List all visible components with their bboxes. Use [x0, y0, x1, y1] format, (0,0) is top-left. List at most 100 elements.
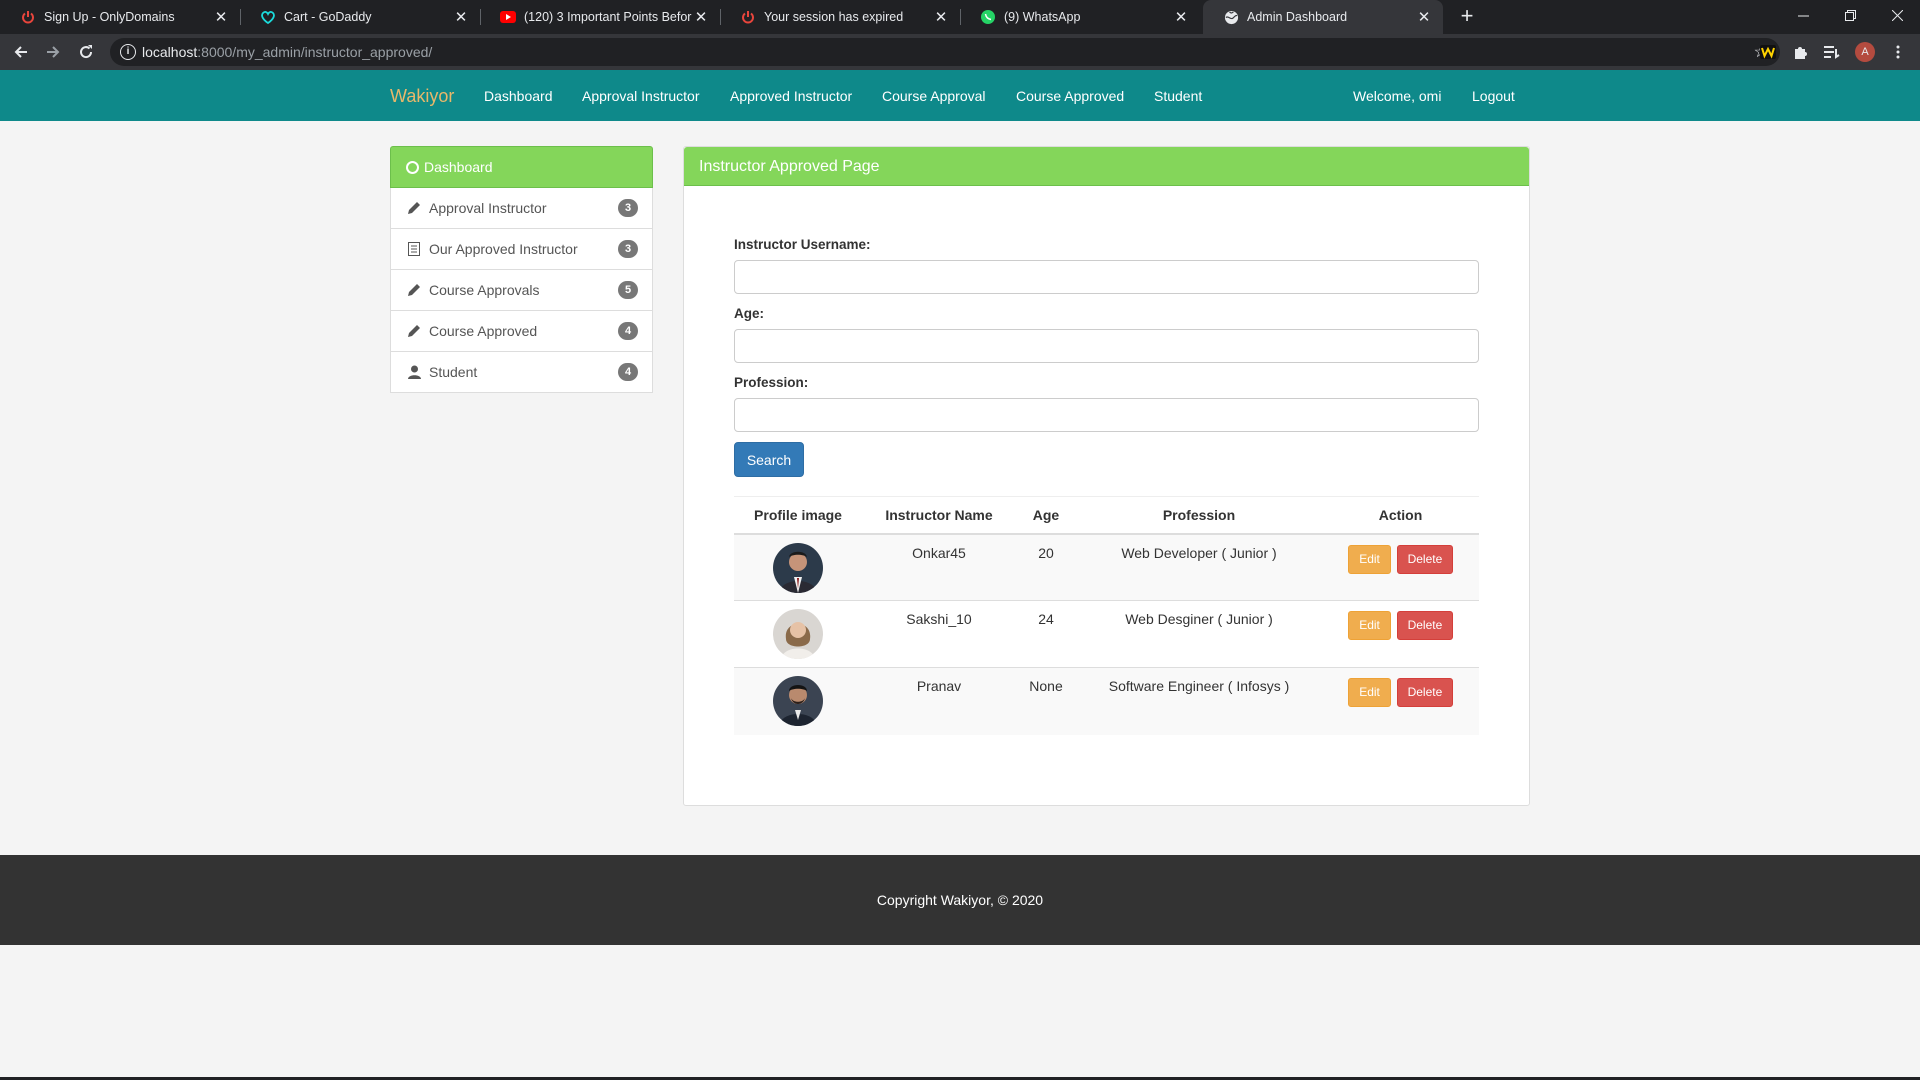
tab-whatsapp[interactable]: (9) WhatsApp ✕: [960, 0, 1200, 34]
browser-toolbar: i localhost:8000/my_admin/instructor_app…: [0, 34, 1920, 70]
sidebar-item-our-approved-instructor[interactable]: Our Approved Instructor 3: [390, 229, 653, 270]
menu-dots-icon[interactable]: [1888, 42, 1908, 62]
profession-cell: Web Developer ( Junior ): [1076, 533, 1322, 601]
sidebar-item-label: Course Approved: [429, 323, 538, 339]
sidebar-header-label: Dashboard: [424, 159, 493, 175]
profile-image-cell: [734, 600, 862, 668]
back-arrow-icon[interactable]: [9, 40, 33, 64]
nav-course-approved[interactable]: Course Approved: [1016, 88, 1124, 104]
tab-title: Cart - GoDaddy: [284, 10, 372, 24]
close-icon[interactable]: ✕: [932, 8, 950, 26]
sidebar-header[interactable]: Dashboard: [390, 146, 653, 188]
sidebar-item-label: Course Approvals: [429, 282, 540, 298]
action-cell: Edit Delete: [1322, 667, 1479, 735]
minimize-icon[interactable]: [1780, 0, 1826, 30]
profession-cell: Web Desginer ( Junior ): [1076, 600, 1322, 668]
tab-session-expired[interactable]: Your session has expired ✕: [720, 0, 960, 34]
username-label: Instructor Username:: [734, 237, 871, 252]
count-badge: 3: [618, 199, 638, 217]
extension-w-icon[interactable]: [1758, 42, 1778, 62]
profile-image-cell: [734, 533, 862, 601]
edit-button[interactable]: Edit: [1348, 544, 1392, 574]
column-header: Age: [1016, 496, 1076, 535]
count-badge: 4: [618, 322, 638, 340]
close-icon[interactable]: ✕: [1172, 8, 1190, 26]
edit-button[interactable]: Edit: [1348, 611, 1392, 640]
action-cell: Edit Delete: [1322, 600, 1479, 668]
instructor-approved-panel: Instructor Approved Page Instructor User…: [683, 146, 1530, 806]
action-cell: Edit Delete: [1322, 533, 1479, 601]
address-bar[interactable]: i localhost:8000/my_admin/instructor_app…: [110, 38, 1780, 66]
profile-avatar[interactable]: A: [1855, 42, 1875, 62]
tab-cart-godaddy[interactable]: Cart - GoDaddy ✕: [240, 0, 480, 34]
pencil-icon: [407, 201, 421, 215]
profession-input[interactable]: [734, 398, 1479, 432]
column-header: Profile image: [734, 496, 862, 535]
new-tab-button[interactable]: +: [1455, 5, 1479, 29]
column-header: Profession: [1076, 496, 1322, 535]
instructor-name-cell: Pranav: [862, 667, 1016, 735]
url-text: localhost:8000/my_admin/instructor_appro…: [142, 44, 432, 60]
tab-youtube-video[interactable]: (120) 3 Important Points Before Y ✕: [480, 0, 720, 34]
brand-logo[interactable]: Wakiyor: [390, 86, 454, 107]
profession-label: Profession:: [734, 375, 809, 390]
sidebar-item-student[interactable]: Student 4: [390, 352, 653, 393]
edit-button[interactable]: Edit: [1348, 678, 1392, 707]
pencil-icon: [407, 283, 421, 297]
reload-icon[interactable]: [74, 40, 98, 64]
count-badge: 3: [618, 240, 638, 258]
search-button[interactable]: Search: [734, 442, 804, 477]
tab-admin-dashboard[interactable]: Admin Dashboard ✕: [1203, 0, 1443, 34]
count-badge: 5: [618, 281, 638, 299]
avatar: [773, 609, 823, 659]
welcome-user: Welcome, omi: [1353, 88, 1442, 104]
count-badge: 4: [618, 363, 638, 381]
close-icon[interactable]: ✕: [212, 8, 230, 26]
puzzle-extensions-icon[interactable]: [1790, 42, 1810, 62]
nav-student[interactable]: Student: [1154, 88, 1202, 104]
tab-title: (120) 3 Important Points Before Y: [524, 10, 692, 24]
age-input[interactable]: [734, 329, 1479, 363]
close-icon[interactable]: ✕: [1415, 8, 1433, 26]
table-row: Sakshi_10 24 Web Desginer ( Junior ) Edi…: [734, 600, 1479, 668]
browser-tab-bar: Sign Up - OnlyDomains ✕ Cart - GoDaddy ✕…: [0, 0, 1920, 34]
delete-button[interactable]: Delete: [1396, 611, 1453, 640]
url-path: :8000/my_admin/instructor_approved/: [197, 44, 433, 60]
power-icon: [20, 9, 36, 25]
sidebar-item-course-approved[interactable]: Course Approved 4: [390, 311, 653, 352]
close-icon[interactable]: ✕: [692, 8, 710, 26]
sidebar-item-label: Student: [429, 364, 478, 380]
sidebar-item-approval-instructor[interactable]: Approval Instructor 3: [390, 188, 653, 229]
youtube-icon: [500, 9, 516, 25]
close-icon[interactable]: ✕: [452, 8, 470, 26]
sidebar-item-course-approvals[interactable]: Course Approvals 5: [390, 270, 653, 311]
age-cell: 24: [1016, 600, 1076, 668]
tab-sign-up-onlydomains[interactable]: Sign Up - OnlyDomains ✕: [0, 0, 240, 34]
delete-button[interactable]: Delete: [1396, 678, 1453, 707]
app-navbar: Wakiyor Dashboard Approval Instructor Ap…: [0, 70, 1920, 121]
username-input[interactable]: [734, 260, 1479, 294]
logout-link[interactable]: Logout: [1472, 88, 1515, 104]
user-icon: [407, 365, 421, 379]
profile-image-cell: [734, 667, 862, 735]
power-icon: [740, 9, 756, 25]
restore-icon[interactable]: [1827, 0, 1873, 30]
delete-button[interactable]: Delete: [1396, 544, 1453, 574]
table-row: Onkar45 20 Web Developer ( Junior ) Edit…: [734, 533, 1479, 601]
instructor-name-cell: Sakshi_10: [862, 600, 1016, 668]
reading-list-icon[interactable]: [1822, 42, 1842, 62]
nav-course-approval[interactable]: Course Approval: [882, 88, 986, 104]
instructor-name-cell: Onkar45: [862, 533, 1016, 601]
info-icon[interactable]: i: [120, 44, 136, 60]
whatsapp-icon: [980, 9, 996, 25]
sidebar-item-label: Approval Instructor: [429, 200, 547, 216]
panel-title: Instructor Approved Page: [684, 147, 1529, 186]
nav-approved-instructor[interactable]: Approved Instructor: [730, 88, 852, 104]
nav-dashboard[interactable]: Dashboard: [484, 88, 553, 104]
forward-arrow-icon[interactable]: [41, 40, 65, 64]
sidebar: Dashboard Approval Instructor 3 Our Appr…: [390, 146, 653, 393]
url-host: localhost: [142, 44, 198, 60]
table-header-row: Profile image Instructor Name Age Profes…: [734, 496, 1479, 535]
nav-approval-instructor[interactable]: Approval Instructor: [582, 88, 700, 104]
close-window-icon[interactable]: [1874, 0, 1920, 30]
